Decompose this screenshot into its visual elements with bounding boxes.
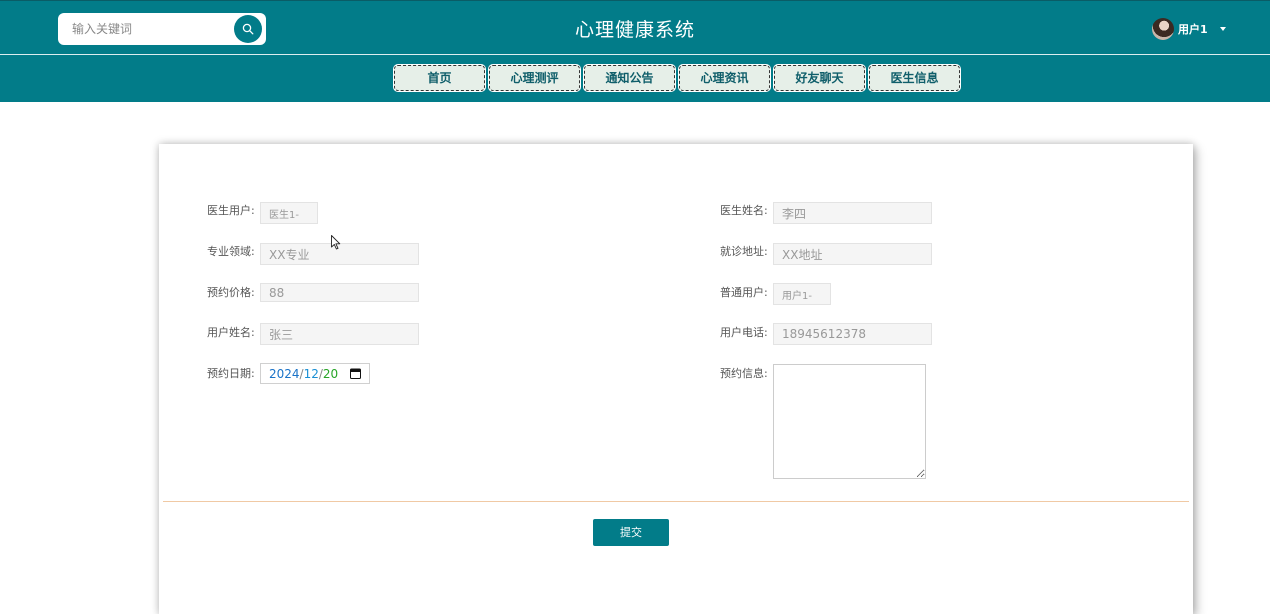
calendar-icon[interactable] [350, 368, 361, 379]
specialty-label: 专业领域: [207, 245, 255, 258]
nav-item-doctors[interactable]: 医生信息 [869, 65, 960, 91]
date-year: 2024 [269, 366, 300, 381]
user-name-label: 用户姓名: [207, 326, 255, 339]
normal-user-label: 普通用户: [720, 286, 768, 299]
form-divider [163, 501, 1189, 502]
price-label: 预约价格: [207, 286, 255, 299]
nav-bar: 首页 心理测评 通知公告 心理资讯 好友聊天 医生信息 [0, 55, 1270, 102]
date-month: 12 [303, 366, 319, 381]
top-header: 心理健康系统 用户1 [0, 0, 1270, 55]
clinic-address-field[interactable] [773, 243, 932, 265]
nav-item-home[interactable]: 首页 [394, 65, 485, 91]
doctor-name-field[interactable] [773, 202, 932, 224]
nav-item-notices[interactable]: 通知公告 [584, 65, 675, 91]
mouse-cursor-icon [331, 235, 341, 250]
doctor-user-label: 医生用户: [207, 204, 255, 217]
doctor-user-field[interactable] [260, 202, 318, 224]
appointment-form-card: 医生用户: 医生姓名: 专业领域: 就诊地址: 预约价格: 普通用户: 用户姓名… [159, 144, 1193, 614]
site-title: 心理健康系统 [574, 19, 695, 41]
date-day: 20 [322, 366, 339, 381]
avatar[interactable] [1152, 18, 1174, 40]
appointment-info-label: 预约信息: [720, 367, 768, 380]
doctor-name-label: 医生姓名: [720, 204, 768, 217]
submit-button[interactable]: 提交 [593, 519, 669, 546]
date-label: 预约日期: [207, 367, 255, 380]
clinic-address-label: 就诊地址: [720, 245, 768, 258]
appointment-date-input[interactable]: 2024/12/20 [260, 363, 370, 384]
username[interactable]: 用户1 [1178, 21, 1208, 37]
user-name-field[interactable] [260, 323, 419, 345]
nav-item-assessment[interactable]: 心理测评 [489, 65, 580, 91]
chevron-down-icon[interactable] [1219, 27, 1226, 31]
normal-user-field[interactable] [773, 283, 831, 305]
user-menu[interactable]: 用户1 [1152, 18, 1226, 40]
price-field[interactable] [260, 283, 419, 302]
user-phone-field[interactable] [773, 323, 932, 345]
user-phone-label: 用户电话: [720, 326, 768, 339]
appointment-info-textarea[interactable] [773, 364, 926, 479]
nav-item-chat[interactable]: 好友聊天 [774, 65, 865, 91]
nav-item-news[interactable]: 心理资讯 [679, 65, 770, 91]
